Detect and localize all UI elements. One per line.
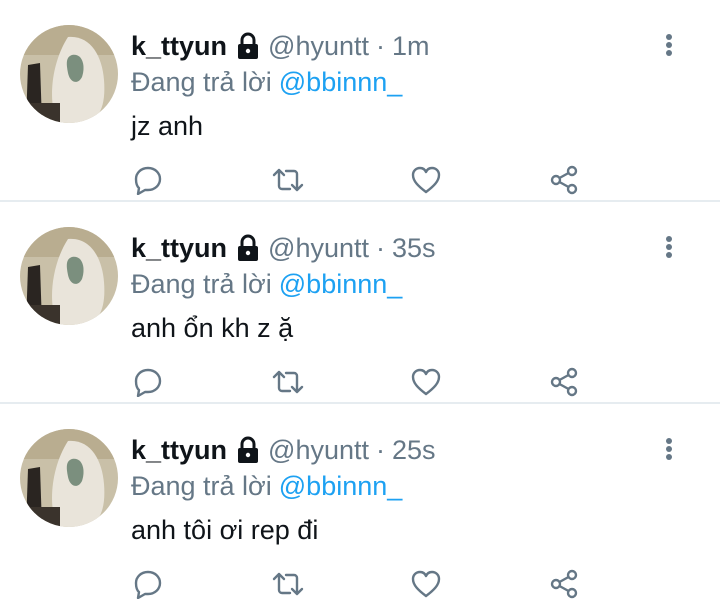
retweet-icon	[272, 370, 304, 394]
share-button[interactable]	[544, 562, 584, 606]
reply-button[interactable]	[128, 562, 168, 606]
avatar[interactable]	[20, 25, 118, 123]
tweet-actions	[0, 360, 720, 404]
handle[interactable]: @hyuntt	[268, 435, 369, 466]
tweet[interactable]: k_ttyun @hyuntt · 35s Đang trả lời @bbin…	[0, 202, 720, 404]
avatar-image	[20, 429, 118, 527]
lock-icon	[238, 32, 259, 59]
reply-target-link[interactable]: @bbinnn_	[279, 67, 403, 98]
tweet-text: anh tôi ơi rep đi	[131, 514, 319, 545]
tweet-text: anh ổn kh z ặ	[131, 312, 294, 343]
display-name[interactable]: k_ttyun	[131, 233, 227, 264]
reply-target-link[interactable]: @bbinnn_	[279, 471, 403, 502]
share-button[interactable]	[544, 158, 584, 202]
like-button[interactable]	[406, 562, 446, 606]
share-icon	[550, 165, 578, 195]
retweet-icon	[272, 572, 304, 596]
display-name[interactable]: k_ttyun	[131, 31, 227, 62]
timestamp[interactable]: 35s	[392, 233, 436, 264]
like-icon	[411, 570, 441, 598]
avatar[interactable]	[20, 429, 118, 527]
share-button[interactable]	[544, 360, 584, 404]
display-name[interactable]: k_ttyun	[131, 435, 227, 466]
reply-target-link[interactable]: @bbinnn_	[279, 269, 403, 300]
reply-button[interactable]	[128, 158, 168, 202]
retweet-button[interactable]	[268, 360, 308, 404]
reply-prefix: Đang trả lời	[131, 268, 272, 299]
lock-icon	[238, 234, 259, 261]
reply-icon	[134, 166, 162, 195]
separator-dot: ·	[376, 434, 385, 465]
like-button[interactable]	[406, 360, 446, 404]
reply-icon	[134, 368, 162, 397]
avatar-image	[20, 227, 118, 325]
more-icon[interactable]	[656, 232, 682, 262]
reply-icon	[134, 570, 162, 599]
tweet-actions	[0, 562, 720, 606]
tweet[interactable]: k_ttyun @hyuntt · 25s Đang trả lời @bbin…	[0, 404, 720, 606]
tweet-actions	[0, 158, 720, 202]
avatar-image	[20, 25, 118, 123]
timestamp[interactable]: 25s	[392, 435, 436, 466]
avatar[interactable]	[20, 227, 118, 325]
retweet-button[interactable]	[268, 562, 308, 606]
handle[interactable]: @hyuntt	[268, 31, 369, 62]
like-icon	[411, 368, 441, 396]
retweet-icon	[272, 168, 304, 192]
share-icon	[550, 569, 578, 599]
more-icon[interactable]	[656, 30, 682, 60]
reply-context: Đang trả lời @bbinnn_	[131, 64, 402, 100]
separator-dot: ·	[376, 30, 385, 61]
timestamp[interactable]: 1m	[392, 31, 430, 62]
separator-dot: ·	[376, 232, 385, 263]
like-button[interactable]	[406, 158, 446, 202]
reply-prefix: Đang trả lời	[131, 66, 272, 97]
reply-button[interactable]	[128, 360, 168, 404]
reply-context: Đang trả lời @bbinnn_	[131, 266, 402, 302]
like-icon	[411, 166, 441, 194]
lock-icon	[238, 436, 259, 463]
share-icon	[550, 367, 578, 397]
reply-prefix: Đang trả lời	[131, 470, 272, 501]
reply-context: Đang trả lời @bbinnn_	[131, 468, 402, 504]
retweet-button[interactable]	[268, 158, 308, 202]
tweet[interactable]: k_ttyun @hyuntt · 1m Đang trả lời @bbinn…	[0, 0, 720, 202]
more-icon[interactable]	[656, 434, 682, 464]
tweet-text: jz anh	[131, 110, 204, 141]
handle[interactable]: @hyuntt	[268, 233, 369, 264]
